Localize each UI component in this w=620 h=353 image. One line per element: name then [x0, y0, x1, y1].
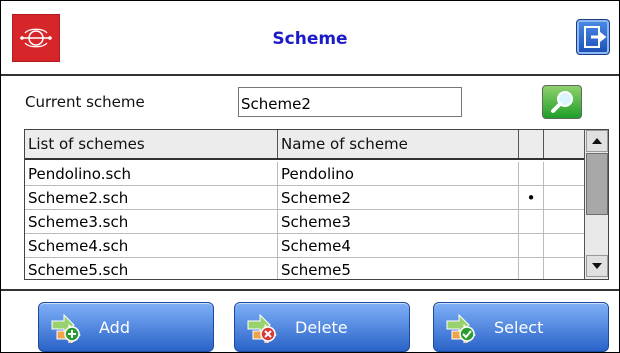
- scheme-name-cell: Scheme5: [278, 258, 519, 279]
- current-scheme-label: Current scheme: [25, 93, 145, 111]
- delete-icon: [247, 313, 277, 343]
- add-button-label: Add: [99, 318, 130, 337]
- scroll-down-arrow-icon: [592, 263, 602, 269]
- search-button[interactable]: [542, 85, 582, 119]
- scheme-marker-cell: [519, 162, 544, 186]
- search-icon: [551, 91, 573, 113]
- table-row[interactable]: Scheme4.sch Scheme4: [25, 234, 585, 258]
- table-row[interactable]: Scheme3.sch Scheme3: [25, 210, 585, 234]
- delete-button-label: Delete: [295, 318, 348, 337]
- add-icon: [51, 313, 81, 343]
- column-header-name-of-scheme: Name of scheme: [278, 130, 519, 158]
- scheme-extra-cell: [544, 258, 585, 279]
- scheme-extra-cell: [544, 210, 585, 234]
- column-header-list-of-schemes: List of schemes: [25, 130, 278, 158]
- page-title: Scheme: [272, 29, 348, 49]
- scheme-file-cell: Scheme5.sch: [25, 258, 278, 279]
- scheme-file-cell: Scheme3.sch: [25, 210, 278, 234]
- scheme-name-cell: Pendolino: [278, 162, 519, 186]
- scheme-extra-cell: [544, 186, 585, 210]
- current-scheme-input[interactable]: [238, 87, 462, 117]
- table-scrollbar[interactable]: [584, 130, 608, 279]
- scroll-up-button[interactable]: [586, 130, 608, 152]
- select-button-label: Select: [494, 318, 544, 337]
- scroll-up-arrow-icon: [592, 138, 602, 144]
- table-row[interactable]: Scheme2.sch Scheme2 •: [25, 186, 585, 210]
- delete-button[interactable]: Delete: [234, 302, 410, 352]
- exit-button[interactable]: [576, 19, 610, 55]
- schemes-table: List of schemes Name of scheme Pendolino…: [24, 129, 609, 280]
- scheme-extra-cell: [544, 234, 585, 258]
- scheme-marker-cell: •: [519, 186, 544, 210]
- scheme-name-cell: Scheme2: [278, 186, 519, 210]
- scheme-file-cell: Scheme4.sch: [25, 234, 278, 258]
- exit-icon: [584, 26, 607, 48]
- scheme-name-cell: Scheme4: [278, 234, 519, 258]
- scheme-extra-cell: [544, 162, 585, 186]
- footer-divider: [1, 289, 619, 291]
- scheme-name-cell: Scheme3: [278, 210, 519, 234]
- scheme-window: Scheme Current scheme List of schemes Na…: [0, 0, 620, 353]
- table-row[interactable]: Scheme5.sch Scheme5: [25, 258, 585, 279]
- scroll-down-button[interactable]: [586, 255, 608, 277]
- scheme-marker-cell: [519, 210, 544, 234]
- add-button[interactable]: Add: [38, 302, 214, 352]
- select-button[interactable]: Select: [433, 302, 609, 352]
- header-bar: Scheme: [1, 1, 619, 76]
- column-header-extra: [544, 130, 585, 158]
- select-icon: [446, 313, 476, 343]
- table-header: List of schemes Name of scheme: [25, 130, 585, 160]
- table-row[interactable]: Pendolino.sch Pendolino: [25, 162, 585, 186]
- scheme-marker-cell: [519, 234, 544, 258]
- column-header-status: [519, 130, 544, 158]
- scroll-thumb[interactable]: [586, 153, 608, 215]
- scheme-file-cell: Scheme2.sch: [25, 186, 278, 210]
- scheme-marker-cell: [519, 258, 544, 279]
- scheme-file-cell: Pendolino.sch: [25, 162, 278, 186]
